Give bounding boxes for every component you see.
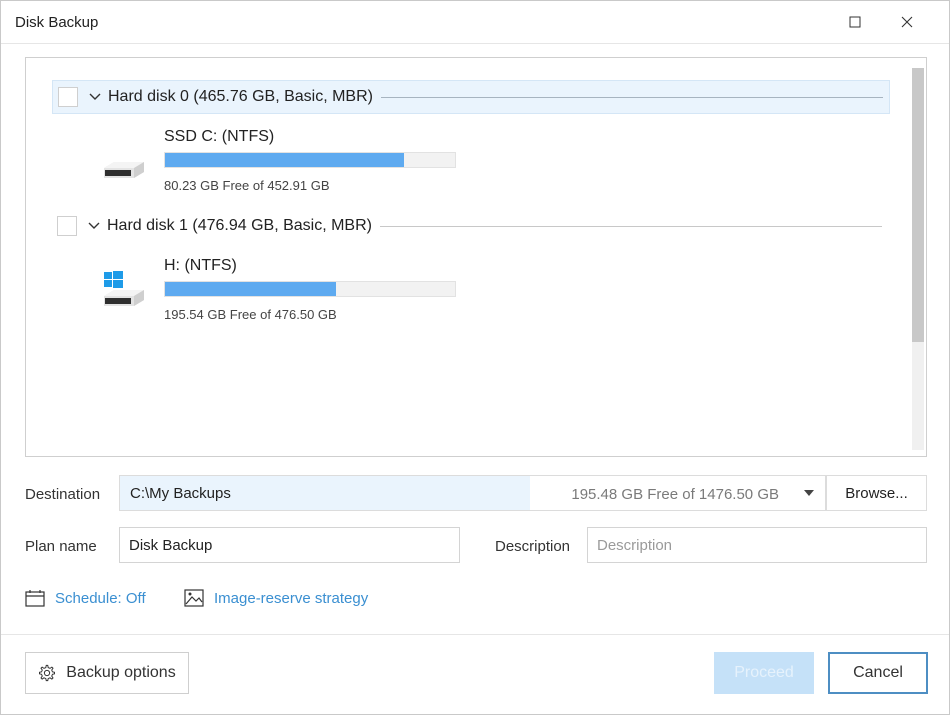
divider: [1, 634, 949, 635]
disk-1-label: Hard disk 1 (476.94 GB, Basic, MBR): [107, 217, 372, 234]
usage-bar: [164, 281, 456, 297]
partition-free-space: 195.54 GB Free of 476.50 GB: [164, 307, 337, 322]
calendar-icon: [25, 590, 45, 607]
divider: [379, 225, 882, 227]
maximize-button[interactable]: [841, 9, 869, 35]
disk-0-checkbox[interactable]: [58, 87, 78, 107]
destination-path[interactable]: C:\My Backups: [120, 476, 530, 510]
partition-free-space: 80.23 GB Free of 452.91 GB: [164, 178, 330, 193]
close-icon: [901, 16, 913, 28]
title-bar: Disk Backup: [1, 1, 949, 44]
partition-item[interactable]: H: (NTFS) 195.54 GB Free of 476.50 GB: [90, 257, 510, 327]
backup-options-label: Backup options: [66, 664, 176, 681]
disk-list: Hard disk 0 (465.76 GB, Basic, MBR) SSD …: [25, 57, 927, 457]
partition-name: SSD C: (NTFS): [164, 128, 275, 145]
disk-row-0[interactable]: Hard disk 0 (465.76 GB, Basic, MBR): [52, 80, 890, 114]
destination-label: Destination: [25, 486, 101, 503]
close-button[interactable]: [893, 9, 921, 35]
scrollbar[interactable]: [912, 68, 924, 450]
scrollbar-thumb[interactable]: [912, 68, 924, 342]
disk-row-1[interactable]: Hard disk 1 (476.94 GB, Basic, MBR): [52, 210, 888, 242]
maximize-icon: [849, 16, 861, 28]
divider: [380, 96, 883, 98]
usage-bar-fill: [165, 282, 337, 296]
schedule-link[interactable]: Schedule: Off: [25, 589, 146, 607]
plan-name-label: Plan name: [25, 538, 97, 555]
usage-bar: [164, 152, 456, 168]
partition-name: H: (NTFS): [164, 257, 237, 274]
schedule-link-text: Schedule: Off: [55, 589, 146, 607]
image-icon: [184, 589, 204, 607]
drive-icon: [104, 162, 144, 178]
backup-options-button[interactable]: Backup options: [25, 652, 189, 694]
usage-bar-fill: [165, 153, 404, 167]
destination-selector[interactable]: C:\My Backups 195.48 GB Free of 1476.50 …: [119, 475, 826, 511]
browse-button[interactable]: Browse...: [826, 475, 927, 511]
window-title: Disk Backup: [15, 14, 99, 31]
destination-free-space: 195.48 GB Free of 1476.50 GB: [571, 486, 779, 503]
disk-backup-dialog: Disk Backup Hard disk 0 (465.76 GB, Basi…: [0, 0, 950, 715]
chevron-down-icon[interactable]: [88, 93, 102, 101]
proceed-button[interactable]: Proceed: [714, 652, 814, 694]
description-input[interactable]: [587, 527, 927, 563]
image-reserve-link-text: Image-reserve strategy: [214, 589, 369, 607]
partition-item[interactable]: SSD C: (NTFS) 80.23 GB Free of 452.91 GB: [90, 128, 510, 198]
disk-1-checkbox[interactable]: [57, 216, 77, 236]
disk-0-label: Hard disk 0 (465.76 GB, Basic, MBR): [108, 88, 373, 105]
gear-icon: [39, 664, 56, 682]
plan-name-input[interactable]: [119, 527, 460, 563]
chevron-down-icon[interactable]: [87, 222, 101, 230]
dropdown-arrow-icon[interactable]: [801, 485, 817, 501]
windows-drive-icon: [104, 271, 144, 306]
cancel-button[interactable]: Cancel: [828, 652, 928, 694]
description-label: Description: [495, 538, 571, 555]
image-reserve-link[interactable]: Image-reserve strategy: [184, 589, 368, 607]
